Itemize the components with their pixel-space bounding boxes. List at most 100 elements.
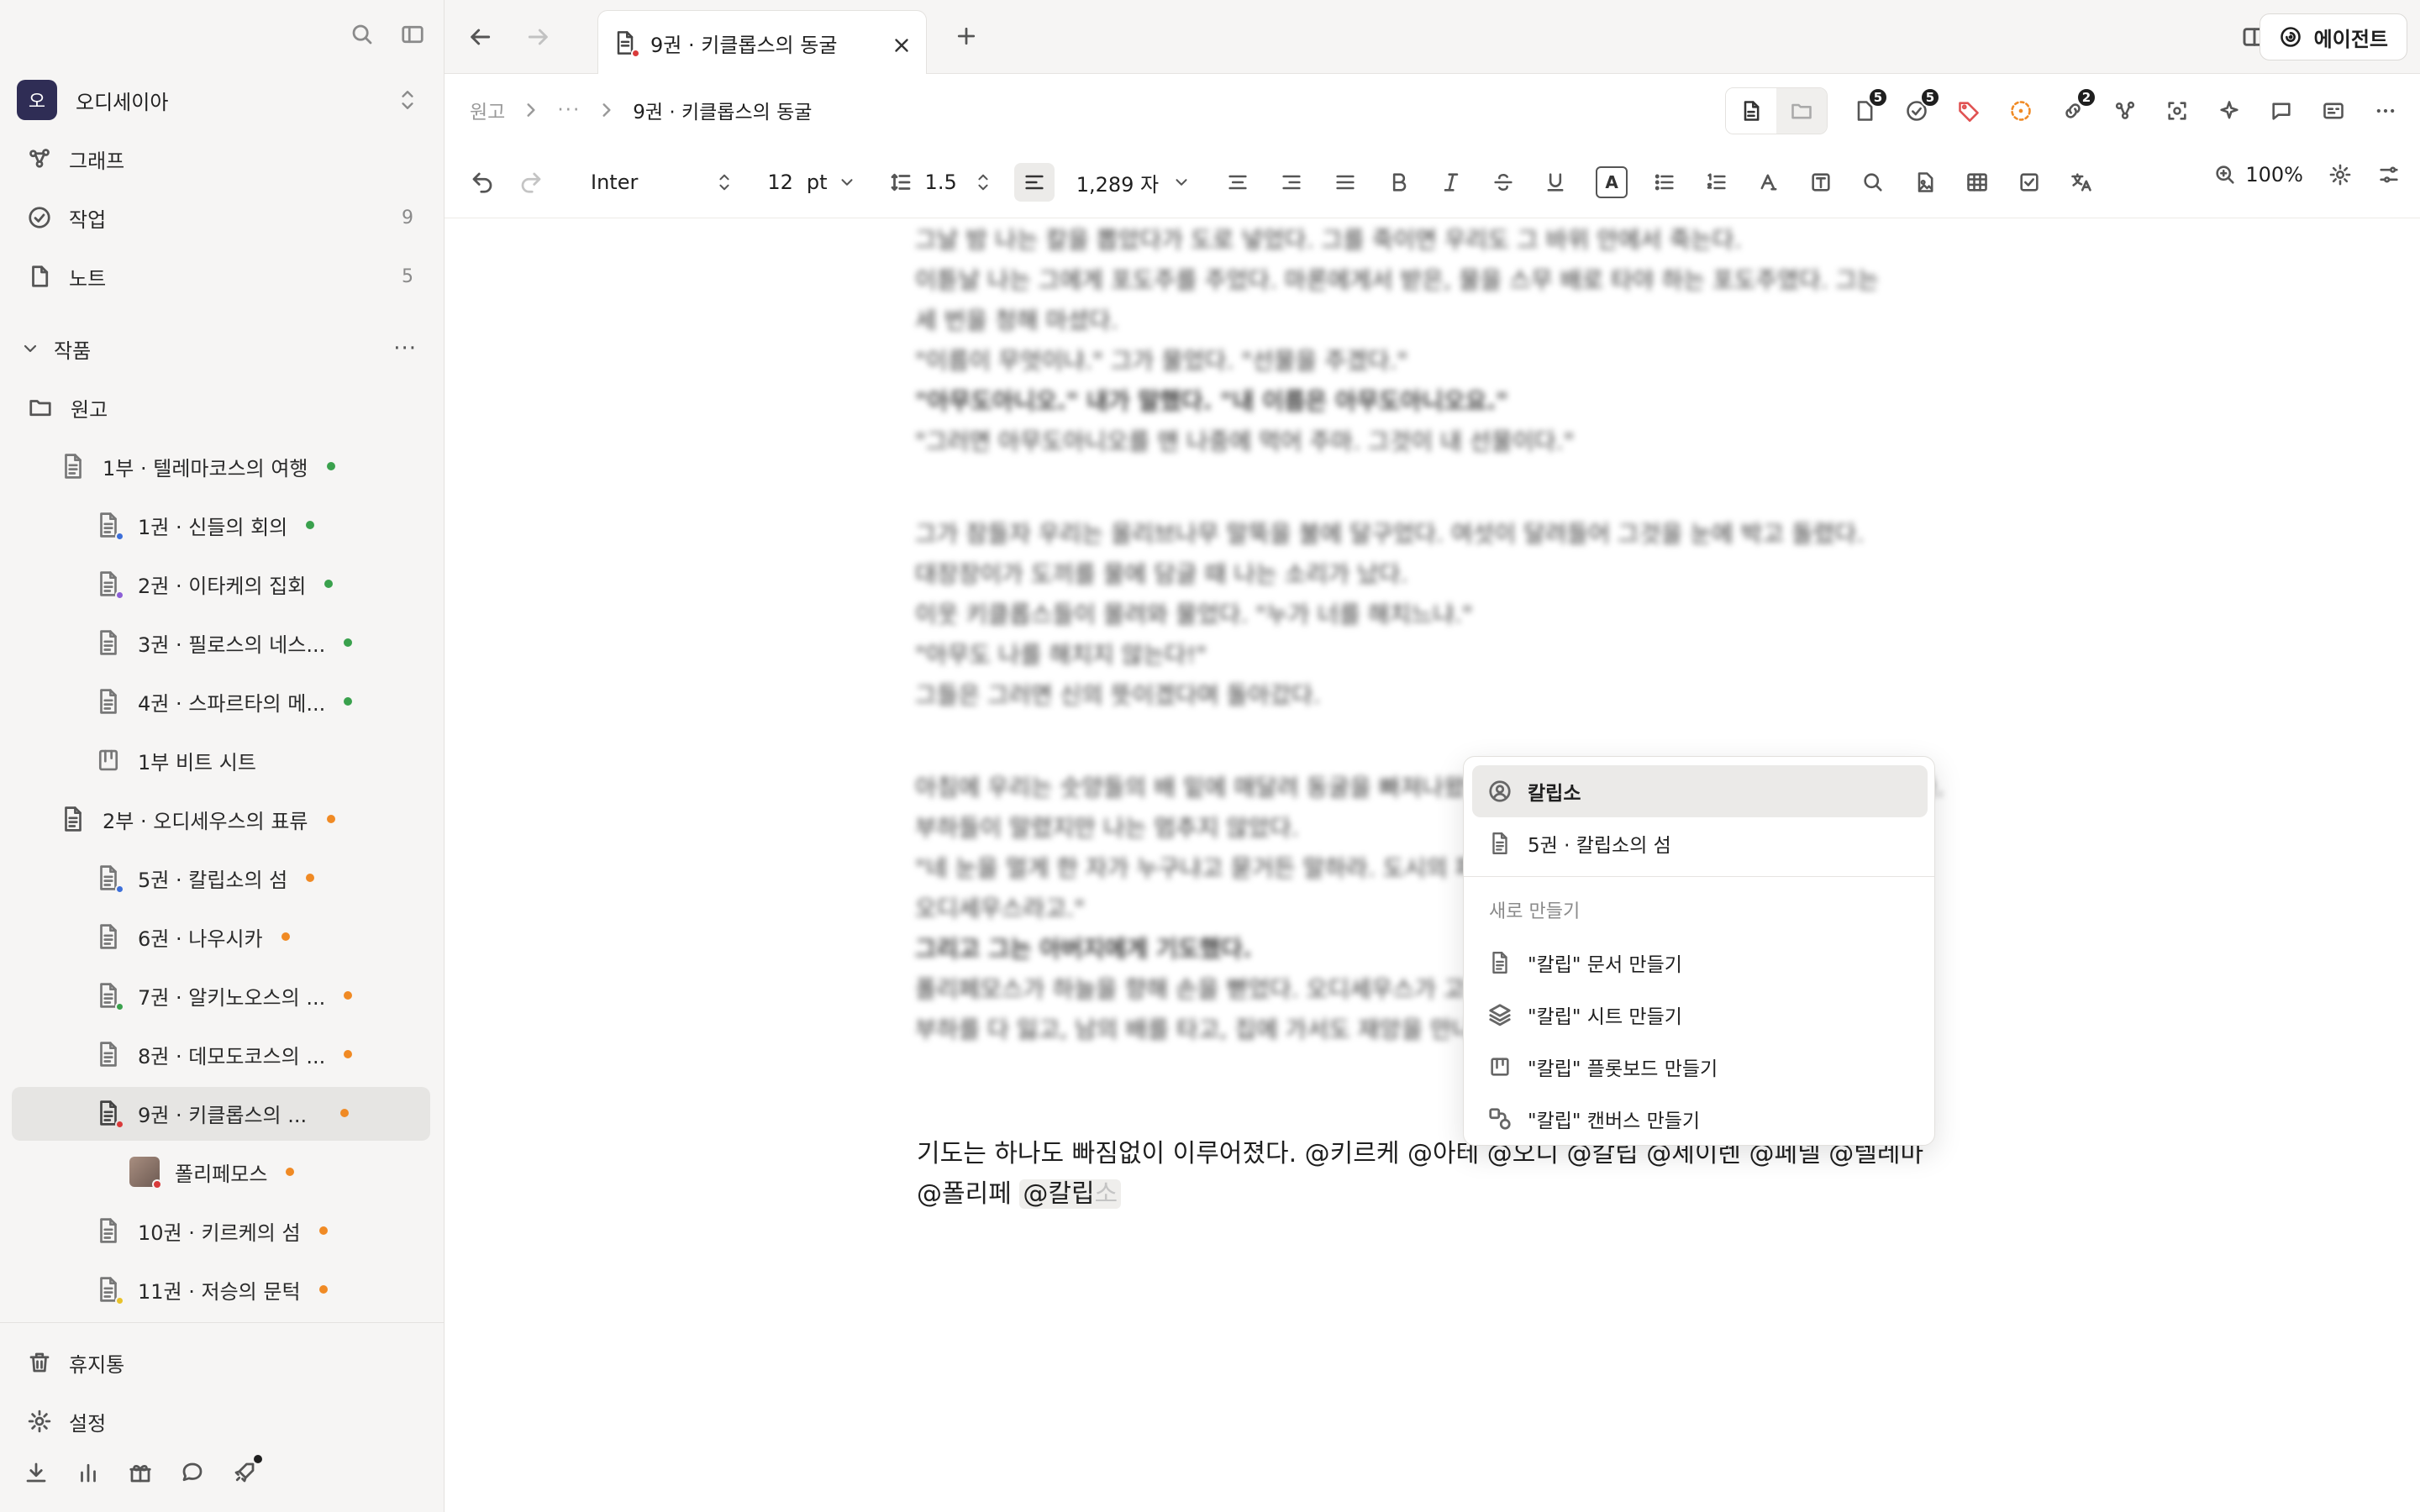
graph-icon[interactable] xyxy=(2110,94,2140,128)
tree-item[interactable]: 7권 · 알키노오스의 ... xyxy=(96,969,353,1021)
bullet-list-icon[interactable] xyxy=(1653,171,1676,194)
sidebar-item-tasks[interactable]: 작업 9 xyxy=(27,192,413,244)
linked-docs-icon[interactable]: 5 xyxy=(1849,87,1888,128)
tree-item[interactable]: 1권 · 신들의 회의 xyxy=(96,499,315,551)
layers-icon xyxy=(1486,1002,1514,1027)
tree-item[interactable]: 11권 · 저승의 문턱 xyxy=(96,1263,328,1315)
strikethrough-icon[interactable] xyxy=(1491,171,1515,194)
gift-icon[interactable] xyxy=(128,1460,153,1485)
tree-item[interactable]: 3권 · 필로스의 네스... xyxy=(96,617,353,669)
tree-item[interactable]: 10권 · 키르케의 섬 xyxy=(96,1205,328,1257)
forward-arrow-icon[interactable] xyxy=(525,24,552,50)
mention-option-document[interactable]: 5권 · 칼립소의 섬 xyxy=(1472,817,1928,869)
align-justify-icon[interactable] xyxy=(1334,171,1357,194)
tree-item[interactable]: 폴리페모스 xyxy=(129,1146,295,1198)
character-count[interactable]: 1,289 자 xyxy=(1076,168,1159,197)
trash-icon xyxy=(27,1350,52,1375)
folder-view-icon[interactable] xyxy=(1776,88,1827,134)
tree-item[interactable]: 2부 · 오디세우스의 표류 xyxy=(60,793,335,845)
document-view-icon[interactable] xyxy=(1726,88,1776,134)
table-icon[interactable] xyxy=(1965,171,1989,194)
tree-item[interactable]: 1부 비트 시트 xyxy=(96,734,256,786)
clear-format-icon[interactable] xyxy=(1757,171,1781,194)
tree-item-label: 1권 · 신들의 회의 xyxy=(138,515,288,539)
find-icon[interactable] xyxy=(1861,171,1885,194)
numbered-list-icon[interactable] xyxy=(1705,171,1728,194)
font-family-select[interactable]: Inter xyxy=(591,171,638,194)
comment-icon[interactable] xyxy=(2266,94,2296,128)
chat-icon[interactable] xyxy=(180,1460,205,1485)
close-icon[interactable] xyxy=(891,34,913,56)
status-circle-icon[interactable] xyxy=(2006,94,2036,128)
new-tab-plus-icon[interactable] xyxy=(954,24,979,49)
link-icon[interactable]: 2 xyxy=(2058,87,2096,128)
more-icon[interactable]: ··· xyxy=(393,336,417,361)
align-right-icon[interactable] xyxy=(1280,171,1303,194)
sidebar-top-icons xyxy=(350,22,425,47)
chevron-down-icon[interactable] xyxy=(1172,173,1191,192)
mention-option-character[interactable]: 칼립소 xyxy=(1472,765,1928,817)
tree-item[interactable]: 4권 · 스파르타의 메... xyxy=(96,675,353,727)
paragraph-line: 세 번을 청해 마셨다. xyxy=(915,307,1118,334)
tab-active-document[interactable]: 9권 · 키클롭스의 동굴 xyxy=(597,10,927,75)
undo-icon[interactable] xyxy=(470,170,495,195)
tree-item-selected[interactable]: 9권 · 키클롭스의 ... xyxy=(96,1087,350,1139)
tree-item[interactable]: 2권 · 이타케의 집회 xyxy=(96,558,334,610)
sidebar-item-trash[interactable]: 휴지통 xyxy=(27,1337,124,1388)
insert-image-icon[interactable] xyxy=(1913,171,1937,194)
sidebar-toggle-icon[interactable] xyxy=(400,22,425,47)
bold-icon[interactable] xyxy=(1387,171,1411,194)
download-icon[interactable] xyxy=(24,1460,49,1485)
search-icon[interactable] xyxy=(350,22,375,47)
section-works-header[interactable]: 작품 ··· xyxy=(20,323,424,375)
id-card-icon[interactable] xyxy=(2318,94,2349,128)
tag-icon[interactable] xyxy=(1954,94,1984,128)
zoom-control[interactable]: 100% xyxy=(2213,163,2303,186)
sidebar-item-notes[interactable]: 노트 5 xyxy=(27,250,413,302)
text-box-icon[interactable] xyxy=(1809,171,1833,194)
create-canvas-option[interactable]: "칼립" 캔버스 만들기 xyxy=(1472,1093,1928,1145)
create-document-option[interactable]: "칼립" 문서 만들기 xyxy=(1472,937,1928,989)
sidebar-item-settings[interactable]: 설정 xyxy=(27,1396,106,1446)
active-line-2[interactable]: @폴리페 @칼립소 xyxy=(917,1173,1122,1210)
create-plotboard-option[interactable]: "칼립" 플롯보드 만들기 xyxy=(1472,1041,1928,1093)
align-center-icon[interactable] xyxy=(1226,171,1249,194)
tree-item[interactable]: 6권 · 나우시카 xyxy=(96,911,290,963)
focus-icon[interactable] xyxy=(2162,94,2192,128)
italic-icon[interactable] xyxy=(1439,171,1463,194)
chevron-updown-icon[interactable] xyxy=(974,170,992,195)
paragraph-line: 대장장이가 도끼를 물에 담글 때 나는 소리가 났다. xyxy=(915,560,1408,588)
workspace-switcher[interactable]: 오 오디세이아 xyxy=(17,80,429,120)
redo-icon[interactable] xyxy=(518,170,544,195)
text-color-icon[interactable]: A xyxy=(1596,166,1628,198)
font-size-value[interactable]: 12 xyxy=(767,171,793,194)
mention-input[interactable]: @칼립소 xyxy=(1019,1179,1122,1209)
mention-popup: 칼립소 5권 · 칼립소의 섬 새로 만들기 "칼립" 문서 만들기 "칼립" … xyxy=(1463,756,1935,1146)
folder-manuscript[interactable]: 원고 xyxy=(27,381,413,433)
chevron-updown-icon[interactable] xyxy=(715,170,734,195)
translate-icon[interactable] xyxy=(2070,171,2093,194)
agent-button[interactable]: 에이전트 xyxy=(2259,13,2407,60)
underline-icon[interactable] xyxy=(1544,171,1567,194)
tasks-icon[interactable]: 5 xyxy=(1902,87,1940,128)
sparkle-ai-icon[interactable] xyxy=(2214,94,2244,128)
create-sheet-option[interactable]: "칼립" 시트 만들기 xyxy=(1472,989,1928,1041)
rocket-icon[interactable] xyxy=(232,1455,262,1485)
tree-item[interactable]: 8권 · 데모도코스의 ... xyxy=(96,1028,353,1080)
chevron-down-icon[interactable] xyxy=(838,173,856,192)
breadcrumb-root[interactable]: 원고 xyxy=(470,96,505,124)
tree-item[interactable]: 5권 · 칼립소의 섬 xyxy=(96,852,315,904)
tree-item[interactable]: 1부 · 텔레마코스의 여행 xyxy=(60,440,335,492)
gear-icon[interactable] xyxy=(2328,163,2352,186)
more-menu-icon[interactable] xyxy=(2370,94,2401,128)
sliders-icon[interactable] xyxy=(2377,163,2401,186)
task-check-icon xyxy=(27,205,52,230)
line-height-value[interactable]: 1.5 xyxy=(925,171,957,194)
breadcrumb-ellipsis[interactable]: ··· xyxy=(557,99,581,121)
sidebar-item-graph[interactable]: 그래프 xyxy=(27,133,413,185)
back-arrow-icon[interactable] xyxy=(466,24,493,50)
checkbox-icon[interactable] xyxy=(2018,171,2041,194)
stats-icon[interactable] xyxy=(76,1460,101,1485)
align-left-icon[interactable] xyxy=(1013,163,1055,202)
paragraph-line: 이웃 키클롭스들이 몰려와 물었다. "누가 너를 해치느냐." xyxy=(915,601,1473,628)
